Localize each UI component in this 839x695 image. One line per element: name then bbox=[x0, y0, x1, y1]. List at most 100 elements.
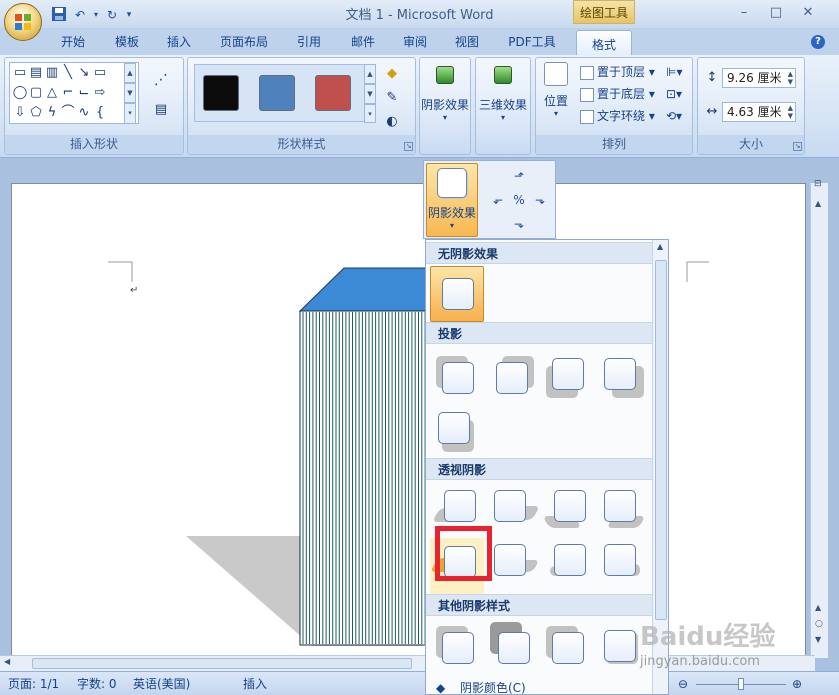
fill-color-icon[interactable]: ◆ bbox=[384, 66, 400, 82]
prev-page-icon[interactable]: ▲ bbox=[815, 603, 821, 612]
status-language[interactable]: 英语(美国) bbox=[133, 676, 190, 692]
tab-insert[interactable]: 插入 bbox=[156, 28, 202, 56]
close-button[interactable]: ✕ bbox=[796, 3, 820, 23]
nudge-shadow-left-icon[interactable]: ⬐ bbox=[490, 192, 506, 208]
scroll-up-icon[interactable]: ▲ bbox=[815, 199, 821, 208]
drop-shadow-option[interactable] bbox=[596, 350, 644, 404]
shadow-toggle-icon[interactable]: % bbox=[511, 192, 527, 208]
lightning-shape-icon[interactable]: ϟ bbox=[44, 105, 60, 121]
line-color-icon[interactable]: ✎ bbox=[384, 90, 400, 106]
nudge-shadow-up-icon[interactable]: ⬏ bbox=[511, 168, 527, 184]
width-input[interactable]: 4.63 厘米 ▲ ▼ bbox=[722, 102, 796, 122]
status-page[interactable]: 页面: 1/1 bbox=[8, 676, 59, 692]
perspective-shadow-option[interactable] bbox=[488, 486, 541, 540]
tab-format[interactable]: 格式 bbox=[576, 30, 632, 56]
shadow-effects-button[interactable]: 阴影效果 ▾ bbox=[420, 62, 470, 122]
ruler-toggle-icon[interactable]: ⊟ bbox=[814, 179, 822, 189]
perspective-shadow-option[interactable] bbox=[598, 538, 646, 592]
other-shadow-option[interactable] bbox=[596, 622, 644, 676]
elbow-arrow-shape-icon[interactable]: ⌙ bbox=[76, 85, 92, 101]
perspective-shadow-option[interactable] bbox=[598, 486, 646, 540]
freeform-shape-icon[interactable]: ∿ bbox=[76, 105, 92, 121]
style-scroll-down[interactable]: ▼ bbox=[364, 84, 376, 104]
curve-shape-icon[interactable]: ⌒ bbox=[60, 105, 76, 121]
send-to-back-button[interactable]: 置于底层 ▾ bbox=[580, 84, 655, 104]
scroll-left-icon[interactable]: ◀ bbox=[4, 657, 10, 666]
textbox-shape-icon[interactable]: ▭ bbox=[12, 65, 28, 81]
position-button[interactable]: 位置 ▾ bbox=[538, 62, 574, 118]
table-shape-icon[interactable]: ▥ bbox=[44, 65, 60, 81]
tab-page-layout[interactable]: 页面布局 bbox=[212, 28, 276, 56]
document-page[interactable]: ↵ bbox=[11, 183, 806, 658]
style-more[interactable]: ▾ bbox=[364, 104, 376, 123]
drop-shadow-option[interactable] bbox=[432, 404, 480, 458]
tab-pdf-tools[interactable]: PDF工具 bbox=[500, 28, 564, 56]
rotate-icon[interactable]: ⟲▾ bbox=[666, 106, 682, 126]
line-shape-icon[interactable]: ╲ bbox=[60, 65, 76, 81]
triangle-shape-icon[interactable]: △ bbox=[44, 85, 60, 101]
next-page-icon[interactable]: ▼ bbox=[815, 635, 821, 644]
browse-object-icon[interactable]: ○ bbox=[815, 619, 823, 629]
horizontal-scroll-thumb[interactable] bbox=[32, 658, 412, 669]
nudge-shadow-right-icon[interactable]: ⬎ bbox=[532, 192, 548, 208]
vertical-textbox-shape-icon[interactable]: ▤ bbox=[28, 65, 44, 81]
drop-shadow-option[interactable] bbox=[432, 350, 480, 404]
tab-mailings[interactable]: 邮件 bbox=[340, 28, 386, 56]
no-shadow-option[interactable] bbox=[430, 266, 484, 322]
cube-top-face[interactable] bbox=[298, 267, 433, 312]
drop-shadow-option[interactable] bbox=[486, 350, 534, 404]
perspective-shadow-option[interactable] bbox=[488, 538, 540, 592]
elbow-connector-shape-icon[interactable]: ⌐ bbox=[60, 85, 76, 101]
shadow-color-menu-item[interactable]: ◆ 阴影颜色(C) bbox=[426, 680, 652, 694]
gallery-scroll-up[interactable]: ▲ bbox=[124, 63, 136, 83]
gallery-scroll-down[interactable]: ▼ bbox=[124, 83, 136, 103]
menu-scroll-thumb[interactable] bbox=[655, 260, 667, 620]
down-arrow-shape-icon[interactable]: ⇩ bbox=[12, 105, 28, 121]
rounded-rect-shape-icon[interactable]: ▢ bbox=[28, 85, 44, 101]
text-wrap-button[interactable]: 文字环绕 ▾ bbox=[580, 106, 655, 126]
change-shape-icon[interactable]: ◐ bbox=[384, 114, 400, 130]
rectangle-shape-icon[interactable]: ▭ bbox=[92, 65, 108, 81]
draw-textbox-icon[interactable]: ▤ bbox=[153, 102, 169, 118]
maximize-button[interactable]: □ bbox=[764, 3, 788, 23]
tab-review[interactable]: 审阅 bbox=[392, 28, 438, 56]
style-swatch-black[interactable] bbox=[203, 75, 239, 111]
pentagon-shape-icon[interactable]: ⬠ bbox=[28, 105, 44, 121]
tab-view[interactable]: 视图 bbox=[444, 28, 490, 56]
style-swatch-red[interactable] bbox=[315, 75, 351, 111]
perspective-shadow-option[interactable] bbox=[546, 538, 594, 592]
group-icon[interactable]: ⊡▾ bbox=[666, 84, 682, 104]
edit-shape-icon[interactable]: ⋰ bbox=[153, 72, 169, 88]
other-shadow-option[interactable] bbox=[542, 622, 590, 676]
shape-style-gallery[interactable] bbox=[194, 64, 366, 122]
height-input[interactable]: 9.26 厘米 ▲ ▼ bbox=[722, 68, 796, 88]
nudge-shadow-down-icon[interactable]: ⬎ bbox=[511, 216, 527, 232]
gallery-more[interactable]: ▾ bbox=[124, 103, 136, 124]
tab-home[interactable]: 开始 bbox=[50, 28, 96, 56]
help-icon[interactable]: ? bbox=[811, 35, 825, 49]
office-button[interactable] bbox=[4, 3, 42, 41]
bring-to-front-button[interactable]: 置于顶层 ▾ bbox=[580, 62, 655, 82]
3d-effects-button[interactable]: 三维效果 ▾ bbox=[476, 62, 530, 122]
tab-references[interactable]: 引用 bbox=[286, 28, 332, 56]
minimize-button[interactable]: – bbox=[732, 3, 756, 23]
dialog-launcher-icon[interactable]: ↘ bbox=[793, 142, 802, 151]
perspective-shadow-option[interactable] bbox=[542, 486, 594, 540]
status-mode[interactable]: 插入 bbox=[243, 676, 267, 692]
other-shadow-option[interactable] bbox=[486, 622, 534, 676]
tab-templates[interactable]: 模板 bbox=[104, 28, 150, 56]
vertical-scrollbar[interactable]: ⊟ ▲ ▲ ○ ▼ bbox=[810, 179, 828, 658]
oval-shape-icon[interactable]: ◯ bbox=[12, 85, 28, 101]
status-words[interactable]: 字数: 0 bbox=[77, 676, 117, 692]
drop-shadow-option[interactable] bbox=[542, 350, 590, 404]
style-swatch-blue[interactable] bbox=[259, 75, 295, 111]
shapes-gallery[interactable]: ▭ ▤ ▥ ╲ ↘ ▭ ◯ ▢ △ ⌐ ⌙ ⇨ ⇩ ⬠ ϟ ⌒ ∿ { ▲ ▼ … bbox=[9, 62, 139, 124]
align-icon[interactable]: ⊫▾ bbox=[666, 62, 682, 82]
brace-shape-icon[interactable]: { bbox=[92, 105, 108, 121]
menu-scroll-up-icon[interactable]: ▲ bbox=[657, 242, 663, 251]
other-shadow-option[interactable] bbox=[432, 622, 480, 676]
right-arrow-shape-icon[interactable]: ⇨ bbox=[92, 85, 108, 101]
dialog-launcher-icon[interactable]: ↘ bbox=[404, 142, 413, 151]
style-scroll-up[interactable]: ▲ bbox=[364, 64, 376, 84]
arrow-line-shape-icon[interactable]: ↘ bbox=[76, 65, 92, 81]
